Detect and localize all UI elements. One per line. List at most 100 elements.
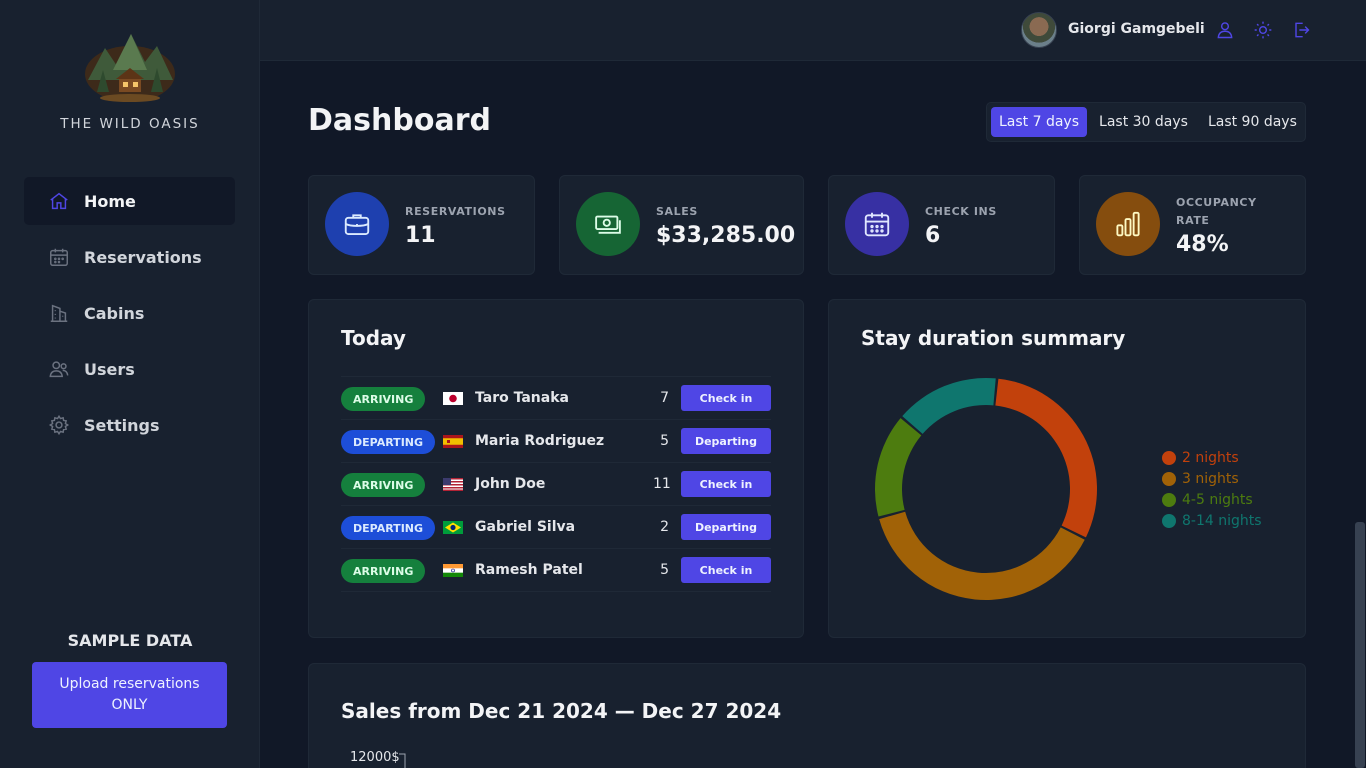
sample-data-title: SAMPLE DATA: [67, 631, 193, 650]
legend-item[interactable]: 2 nights: [1162, 447, 1262, 468]
legend-item[interactable]: 3 nights: [1162, 468, 1262, 489]
y-axis-tick-mark: [399, 753, 406, 768]
legend-dot: [1162, 492, 1176, 507]
departing-button[interactable]: Departing: [681, 514, 771, 540]
list-item: Departing Gabriel Silva 2 Departing: [341, 506, 771, 549]
guest-nights: 5: [660, 562, 669, 578]
nav-item-cabins[interactable]: Cabins: [24, 289, 235, 337]
logout-icon[interactable]: [1291, 20, 1311, 40]
stay-duration-panel: Stay duration summary 2 nights 3 nights 4-…: [828, 299, 1306, 638]
donut-slice-2-nights[interactable]: [995, 378, 1097, 538]
calendar-days-icon: [864, 212, 890, 237]
guest-name: Taro Tanaka: [475, 390, 569, 406]
guest-nights: 5: [660, 433, 669, 449]
legend-label: 8-14 nights: [1182, 512, 1262, 529]
stat-circle-check-ins: [845, 192, 909, 256]
stat-value-check-ins: 6: [925, 223, 941, 248]
status-badge: Departing: [341, 430, 436, 454]
guest-name: Maria Rodriguez: [475, 433, 605, 449]
stat-occupancy: Occupancy rate 48%: [1079, 175, 1306, 275]
guest-nights: 11: [653, 476, 671, 492]
status-badge: Arriving: [341, 387, 426, 411]
guest-nights: 2: [660, 519, 669, 535]
legend-label: 2 nights: [1182, 449, 1239, 466]
avatar[interactable]: [1021, 12, 1057, 48]
nav-label-home: Home: [84, 191, 136, 211]
legend-label: 4-5 nights: [1182, 491, 1253, 508]
stat-reservations: Reservations 11: [308, 175, 535, 275]
stat-sales: Sales $33,285.00: [559, 175, 804, 275]
date-filter: Last 7 days Last 30 days Last 90 days: [986, 102, 1306, 142]
list-item: Departing Maria Rodriguez 5 Departing: [341, 420, 771, 463]
chart-legend: 2 nights 3 nights 4-5 nights 8-14 nights: [1162, 447, 1262, 531]
brand-name: THE WILD OASIS: [60, 116, 200, 132]
legend-item[interactable]: 4-5 nights: [1162, 489, 1262, 510]
status-badge: Arriving: [341, 559, 426, 583]
filter-last-90-days[interactable]: Last 90 days: [1200, 107, 1305, 137]
users-icon: [49, 361, 69, 378]
nav-item-home[interactable]: Home: [24, 177, 235, 225]
legend-dot: [1162, 513, 1176, 528]
departing-button[interactable]: Departing: [681, 428, 771, 454]
list-item: Arriving John Doe 11 Check in: [341, 463, 771, 506]
gear-icon: [48, 414, 70, 436]
legend-item[interactable]: 8-14 nights: [1162, 510, 1262, 531]
home-icon: [50, 192, 68, 210]
banknotes-icon: [595, 215, 621, 234]
stay-duration-donut-chart: [875, 378, 1097, 600]
donut-slice-8-14-nights[interactable]: [902, 378, 996, 434]
legend-dot: [1162, 450, 1176, 465]
flag-us-icon: [443, 478, 463, 491]
stat-circle-occupancy: [1096, 192, 1160, 256]
filter-last-30-days[interactable]: Last 30 days: [1091, 107, 1196, 137]
stat-value-reservations: 11: [405, 223, 436, 248]
nav-label-settings: Settings: [84, 415, 160, 435]
username: Giorgi Gamgebeli: [1068, 21, 1205, 37]
list-item: Arriving Taro Tanaka 7 Check in: [341, 377, 771, 420]
building-icon: [50, 304, 68, 322]
nav-label-cabins: Cabins: [84, 303, 145, 323]
main-nav: Home Reservations Cabins Users Settings: [24, 177, 235, 457]
check-in-button[interactable]: Check in: [681, 557, 771, 583]
stay-duration-title: Stay duration summary: [861, 326, 1126, 350]
logo: [85, 34, 175, 102]
guest-name: Ramesh Patel: [475, 562, 583, 578]
flag-br-icon: [443, 521, 463, 534]
nav-item-settings[interactable]: Settings: [24, 401, 235, 449]
today-panel: Today Arriving Taro Tanaka 7 Check in De…: [308, 299, 804, 638]
today-list: Arriving Taro Tanaka 7 Check in Departin…: [341, 376, 771, 592]
nav-label-reservations: Reservations: [84, 247, 202, 267]
user-icon[interactable]: [1215, 20, 1235, 40]
sales-panel: Sales from Dec 21 2024 — Dec 27 2024 120…: [308, 663, 1306, 768]
stat-label-reservations: Reservations: [405, 205, 506, 218]
filter-last-7-days[interactable]: Last 7 days: [991, 107, 1088, 137]
donut-slice-3-nights[interactable]: [879, 511, 1085, 600]
nav-label-users: Users: [84, 359, 135, 379]
briefcase-icon: [344, 214, 370, 235]
check-in-button[interactable]: Check in: [681, 385, 771, 411]
nav-item-users[interactable]: Users: [24, 345, 235, 393]
list-item: Arriving Ramesh Patel 5 Check in: [341, 549, 771, 592]
top-header: Giorgi Gamgebeli: [260, 0, 1366, 61]
flag-in-icon: [443, 564, 463, 577]
stat-label-occupancy: Occupancy rate: [1176, 196, 1257, 227]
upload-reservations-button[interactable]: Upload reservations ONLY: [32, 662, 227, 728]
status-badge: Arriving: [341, 473, 426, 497]
sidebar: THE WILD OASIS Home Reservations Cabins …: [0, 0, 260, 768]
flag-jp-icon: [443, 392, 463, 405]
guest-nights: 7: [660, 390, 669, 406]
guest-name: Gabriel Silva: [475, 519, 576, 535]
page-title: Dashboard: [308, 103, 491, 138]
check-in-button[interactable]: Check in: [681, 471, 771, 497]
today-title: Today: [341, 326, 406, 350]
guest-name: John Doe: [475, 476, 546, 492]
legend-dot: [1162, 471, 1176, 486]
sales-title: Sales from Dec 21 2024 — Dec 27 2024: [341, 699, 782, 723]
nav-item-reservations[interactable]: Reservations: [24, 233, 235, 281]
sun-icon[interactable]: [1253, 20, 1273, 40]
donut-slice-4-5-nights[interactable]: [875, 418, 922, 517]
stat-check-ins: Check ins 6: [828, 175, 1055, 275]
stat-label-sales: Sales: [656, 205, 698, 218]
chart-bar-icon: [1116, 211, 1140, 237]
scrollbar-thumb[interactable]: [1355, 522, 1365, 768]
